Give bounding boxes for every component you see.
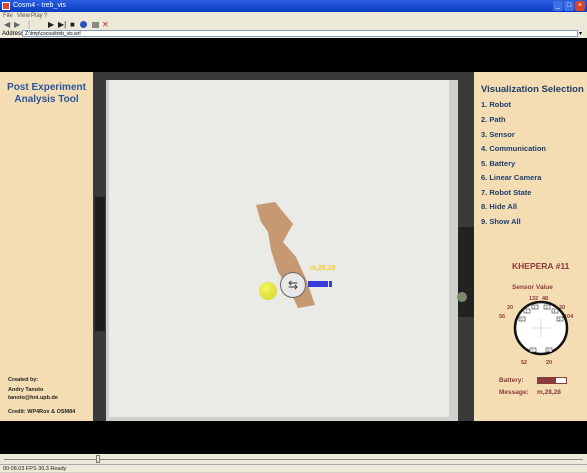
- vis-item-show-all[interactable]: 9. Show All: [481, 217, 521, 226]
- credit-text: Credit: WP4Rox & OSM84: [8, 409, 76, 415]
- sensor-3-number: 3: [546, 305, 548, 309]
- sensor-value-left: 56: [499, 314, 505, 320]
- sensor-4-number: 4: [554, 309, 556, 313]
- forward-icon[interactable]: ▶: [14, 20, 20, 30]
- linear-camera-bar: [308, 281, 328, 287]
- skip-icon[interactable]: ▶|: [58, 20, 66, 30]
- vis-item-battery[interactable]: 5. Battery: [481, 159, 515, 168]
- vis-item-robot-state[interactable]: 7. Robot State: [481, 188, 531, 197]
- close-button[interactable]: ×: [575, 1, 585, 11]
- robot-marker[interactable]: ⇆: [280, 272, 306, 298]
- seek-track: [4, 459, 583, 460]
- visualization-title: Visualization Selection: [481, 84, 584, 95]
- menu-play[interactable]: Play: [31, 12, 43, 20]
- stop-icon[interactable]: ■: [70, 20, 75, 30]
- sensor-0-number: 0: [521, 317, 523, 321]
- vis-item-communication[interactable]: 4. Communication: [481, 144, 546, 153]
- sensor-value-left-top: 20: [507, 305, 513, 311]
- robot-label: m,28,28: [310, 265, 336, 272]
- sensor-6-number: 6: [548, 348, 550, 352]
- sensor-value-title: Sensor Value: [512, 284, 553, 291]
- address-bar: Address Z:\tmp\cocoa\treb_vis.wrl ▾: [0, 30, 587, 38]
- right-visualization-panel: Visualization Selection 1. Robot 2. Path…: [474, 72, 587, 421]
- robot-name: KHEPERA #11: [512, 261, 570, 271]
- created-by-label: Created by:: [8, 377, 39, 383]
- message-value: m,28,28: [537, 389, 561, 396]
- ball-object: [259, 282, 277, 300]
- status-text: 00:08.03 FPS 30.3 Ready: [3, 466, 67, 472]
- menu-help[interactable]: ?: [44, 12, 47, 20]
- battery-fill: [538, 378, 557, 383]
- sensor-diagram: 132 48 20 20 56 104 0 1 2 3 4 5 6 7 52 2…: [499, 296, 574, 366]
- menu-bar: File View Play ?: [0, 12, 587, 20]
- address-input[interactable]: Z:\tmp\cocoa\treb_vis.wrl: [22, 30, 578, 37]
- menu-view[interactable]: View: [17, 12, 30, 20]
- robot-path-trail: [256, 202, 315, 308]
- seek-thumb[interactable]: [96, 455, 100, 463]
- linear-camera-bar-end: [329, 281, 332, 287]
- menu-file[interactable]: File: [3, 12, 13, 20]
- minimize-button[interactable]: _: [553, 1, 563, 11]
- info-icon[interactable]: [80, 21, 87, 28]
- vis-item-robot[interactable]: 1. Robot: [481, 100, 511, 109]
- sensor-7-number: 7: [532, 348, 534, 352]
- arena-view[interactable]: ⇆ m,28,28: [93, 72, 474, 421]
- sensor-2-number: 2: [534, 305, 536, 309]
- play-icon[interactable]: ▶: [48, 20, 54, 30]
- address-label: Address: [2, 31, 25, 37]
- back-icon[interactable]: ◀: [4, 20, 10, 30]
- author-name: Andry Tanoto: [8, 387, 44, 393]
- author-email: tanoto@hni.upb.de: [8, 395, 58, 401]
- sensor-value-back-left: 52: [521, 360, 527, 366]
- battery-label: Battery:: [499, 377, 524, 384]
- app-title: Post Experiment Analysis Tool: [7, 82, 86, 105]
- vis-item-linear-camera[interactable]: 6. Linear Camera: [481, 173, 541, 182]
- vis-item-path[interactable]: 2. Path: [481, 115, 506, 124]
- sensor-5-number: 5: [559, 317, 561, 321]
- message-label: Message:: [499, 389, 529, 396]
- seek-bar[interactable]: [0, 454, 587, 464]
- settings-icon[interactable]: [92, 22, 99, 28]
- vis-item-sensor[interactable]: 3. Sensor: [481, 130, 515, 139]
- sensor-value-back-right: 20: [546, 360, 552, 366]
- app-icon: [2, 2, 10, 10]
- step-back-icon[interactable]: |: [28, 20, 30, 30]
- address-dropdown-icon[interactable]: ▾: [579, 30, 582, 38]
- battery-bar: [537, 377, 567, 384]
- window-title: Cosm4 - treb_vis: [13, 2, 66, 9]
- left-info-panel: Post Experiment Analysis Tool Created by…: [0, 72, 93, 421]
- maximize-button[interactable]: □: [564, 1, 574, 11]
- title-bar: Cosm4 - treb_vis _ □ ×: [0, 0, 587, 12]
- sensor-1-number: 1: [526, 309, 528, 313]
- toolbar: ◀ ▶ | ▶ ▶| ■ ✕: [0, 20, 587, 30]
- vis-item-hide-all[interactable]: 8. Hide All: [481, 202, 517, 211]
- exit-icon[interactable]: ✕: [102, 20, 109, 30]
- status-bar: 00:08.03 FPS 30.3 Ready: [0, 464, 587, 472]
